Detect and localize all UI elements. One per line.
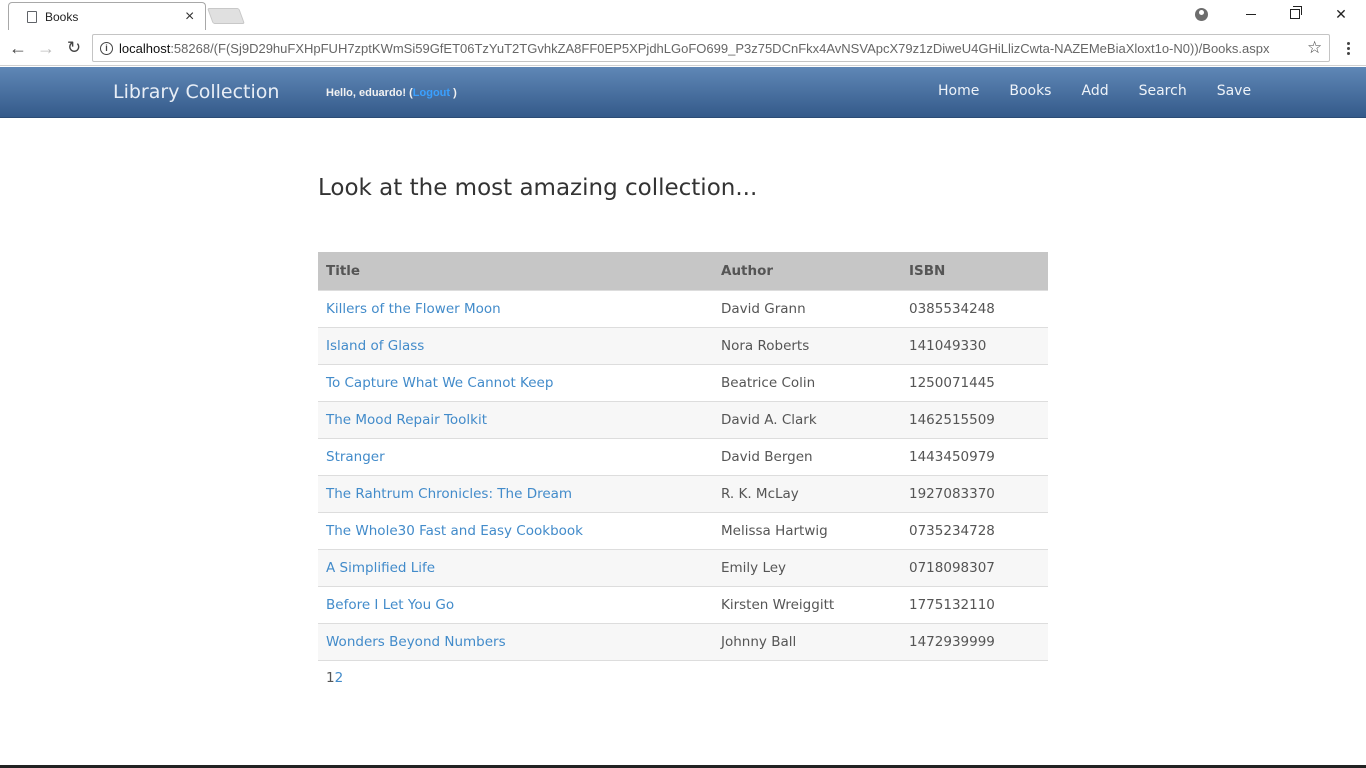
page-icon (27, 11, 37, 23)
page-2-link[interactable]: 2 (335, 670, 344, 686)
book-title-link[interactable]: The Rahtrum Chronicles: The Dream (326, 486, 572, 502)
author-cell: Beatrice Colin (713, 363, 901, 401)
column-header-author: Author (713, 252, 901, 290)
title-cell: To Capture What We Cannot Keep (318, 363, 713, 401)
pagination: 12 (326, 670, 343, 686)
author-cell: Johnny Ball (713, 622, 901, 661)
table-row: Island of Glass Nora Roberts 141049330 (318, 326, 1048, 364)
isbn-cell: 141049330 (901, 326, 1048, 364)
isbn-cell: 1775132110 (901, 585, 1048, 623)
restore-button[interactable] (1272, 0, 1318, 28)
logout-link[interactable]: Logout (413, 87, 450, 99)
book-title-link[interactable]: Stranger (326, 449, 385, 465)
title-cell: The Rahtrum Chronicles: The Dream (318, 474, 713, 512)
current-page: 1 (326, 670, 335, 686)
table-row: Stranger David Bergen 1443450979 (318, 437, 1048, 475)
forward-arrow-icon[interactable]: → (34, 36, 58, 60)
table-header-row: Title Author ISBN (318, 252, 1048, 290)
book-title-link[interactable]: Island of Glass (326, 338, 424, 354)
bookmark-star-icon[interactable]: ☆ (1307, 38, 1322, 58)
isbn-cell: 0385534248 (901, 289, 1048, 327)
book-title-link[interactable]: Killers of the Flower Moon (326, 301, 501, 317)
url-path: :58268/(F(Sj9D29huFXHpFUH7zptKWmSi59GfET… (170, 41, 1270, 56)
table-row: The Whole30 Fast and Easy Cookbook Melis… (318, 511, 1048, 549)
book-title-link[interactable]: To Capture What We Cannot Keep (326, 375, 553, 391)
profile-icon[interactable] (1178, 0, 1224, 28)
column-header-isbn: ISBN (901, 252, 1048, 290)
title-cell: The Mood Repair Toolkit (318, 400, 713, 438)
author-cell: Kirsten Wreiggitt (713, 585, 901, 623)
minimize-button[interactable] (1228, 0, 1274, 28)
author-cell: Emily Ley (713, 548, 901, 586)
author-cell: David A. Clark (713, 400, 901, 438)
nav-link-save[interactable]: Save (1217, 83, 1251, 99)
browser-toolbar: ← → ↻ i localhost:58268/(F(Sj9D29huFXHpF… (0, 30, 1366, 66)
url-host: localhost (119, 41, 171, 56)
isbn-cell: 1927083370 (901, 474, 1048, 512)
info-icon[interactable]: i (100, 42, 113, 55)
nav-link-books[interactable]: Books (1009, 83, 1051, 99)
url-text[interactable]: localhost:58268/(F(Sj9D29huFXHpFUH7zptKW… (119, 41, 1294, 56)
tab-title: Books (45, 10, 79, 24)
nav-link-home[interactable]: Home (938, 83, 979, 99)
column-header-title: Title (318, 252, 713, 290)
table-row: Killers of the Flower Moon David Grann 0… (318, 289, 1048, 327)
brand-link[interactable]: Library Collection (113, 81, 279, 103)
author-cell: David Bergen (713, 437, 901, 475)
title-cell: Stranger (318, 437, 713, 475)
isbn-cell: 1472939999 (901, 622, 1048, 661)
books-table: Title Author ISBN Killers of the Flower … (318, 252, 1048, 661)
nav-link-add[interactable]: Add (1081, 83, 1108, 99)
book-title-link[interactable]: The Whole30 Fast and Easy Cookbook (326, 523, 583, 539)
new-tab-button[interactable] (207, 8, 245, 24)
close-window-button[interactable]: ✕ (1318, 0, 1364, 28)
browser-tab[interactable]: Books × (8, 2, 206, 30)
author-cell: Nora Roberts (713, 326, 901, 364)
table-row: The Mood Repair Toolkit David A. Clark 1… (318, 400, 1048, 438)
isbn-cell: 1443450979 (901, 437, 1048, 475)
nav-links: Home Books Add Search Save (938, 83, 1281, 99)
browser-menu-icon[interactable] (1340, 36, 1356, 60)
title-cell: Killers of the Flower Moon (318, 289, 713, 327)
tab-close-icon[interactable]: × (185, 7, 194, 27)
isbn-cell: 1250071445 (901, 363, 1048, 401)
author-cell: Melissa Hartwig (713, 511, 901, 549)
isbn-cell: 1462515509 (901, 400, 1048, 438)
reload-icon[interactable]: ↻ (62, 36, 86, 60)
site-navbar: Library Collection Hello, eduardo! (Logo… (0, 67, 1366, 118)
title-cell: A Simplified Life (318, 548, 713, 586)
title-cell: Wonders Beyond Numbers (318, 622, 713, 661)
author-cell: R. K. McLay (713, 474, 901, 512)
table-row: To Capture What We Cannot Keep Beatrice … (318, 363, 1048, 401)
table-row: Before I Let You Go Kirsten Wreiggitt 17… (318, 585, 1048, 623)
isbn-cell: 0718098307 (901, 548, 1048, 586)
book-title-link[interactable]: Before I Let You Go (326, 597, 454, 613)
address-bar[interactable]: i localhost:58268/(F(Sj9D29huFXHpFUH7zpt… (92, 34, 1330, 62)
table-row: Wonders Beyond Numbers Johnny Ball 14729… (318, 622, 1048, 661)
title-cell: Island of Glass (318, 326, 713, 364)
table-row: The Rahtrum Chronicles: The Dream R. K. … (318, 474, 1048, 512)
title-cell: The Whole30 Fast and Easy Cookbook (318, 511, 713, 549)
title-cell: Before I Let You Go (318, 585, 713, 623)
author-cell: David Grann (713, 289, 901, 327)
greeting: Hello, eduardo! (Logout ) (326, 87, 457, 99)
book-title-link[interactable]: A Simplified Life (326, 560, 435, 576)
table-row: A Simplified Life Emily Ley 0718098307 (318, 548, 1048, 586)
isbn-cell: 0735234728 (901, 511, 1048, 549)
nav-link-search[interactable]: Search (1139, 83, 1187, 99)
back-arrow-icon[interactable]: ← (6, 36, 30, 60)
greeting-text: Hello, eduardo! ( (326, 87, 413, 99)
greeting-suffix: ) (450, 87, 457, 99)
page-title: Look at the most amazing collection... (318, 175, 758, 201)
book-title-link[interactable]: Wonders Beyond Numbers (326, 634, 506, 650)
browser-tab-strip: Books × ✕ (0, 0, 1366, 30)
book-title-link[interactable]: The Mood Repair Toolkit (326, 412, 487, 428)
